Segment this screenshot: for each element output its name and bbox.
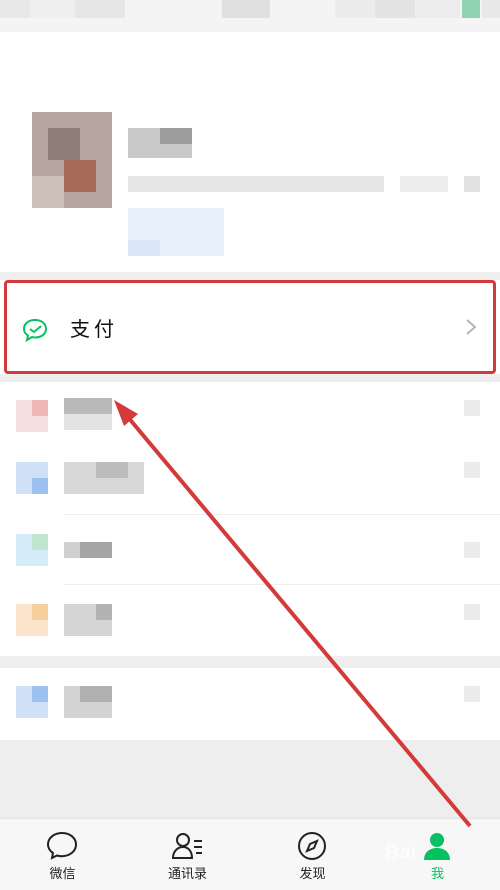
tab-label: 通讯录 (167, 867, 207, 882)
chat-bubble-icon (46, 831, 78, 860)
chevron-right-icon (466, 319, 477, 335)
pay-label: 支付 (70, 317, 118, 341)
tab-label: 我 (430, 867, 444, 882)
wallet-icon (22, 318, 48, 342)
tab-label: 发现 (299, 867, 326, 882)
tab-discover[interactable]: 发现 (250, 819, 375, 890)
list-item-label (64, 398, 112, 414)
tab-bar: 微信 通讯录 发现 我 (0, 818, 500, 890)
tab-contacts[interactable]: 通讯录 (125, 819, 250, 890)
tab-label: 微信 (49, 867, 76, 882)
watermark-text: Bai (385, 842, 417, 864)
profile-section[interactable] (0, 32, 500, 272)
list-item[interactable] (0, 444, 500, 516)
status-bar (0, 0, 500, 32)
me-icon (424, 833, 450, 860)
list-item[interactable] (0, 586, 500, 658)
tab-chats[interactable]: 微信 (0, 819, 125, 890)
compass-icon (298, 832, 326, 860)
list-item[interactable] (0, 668, 500, 740)
profile-id (128, 176, 384, 192)
contacts-icon (171, 833, 202, 859)
list-item[interactable] (0, 516, 500, 588)
